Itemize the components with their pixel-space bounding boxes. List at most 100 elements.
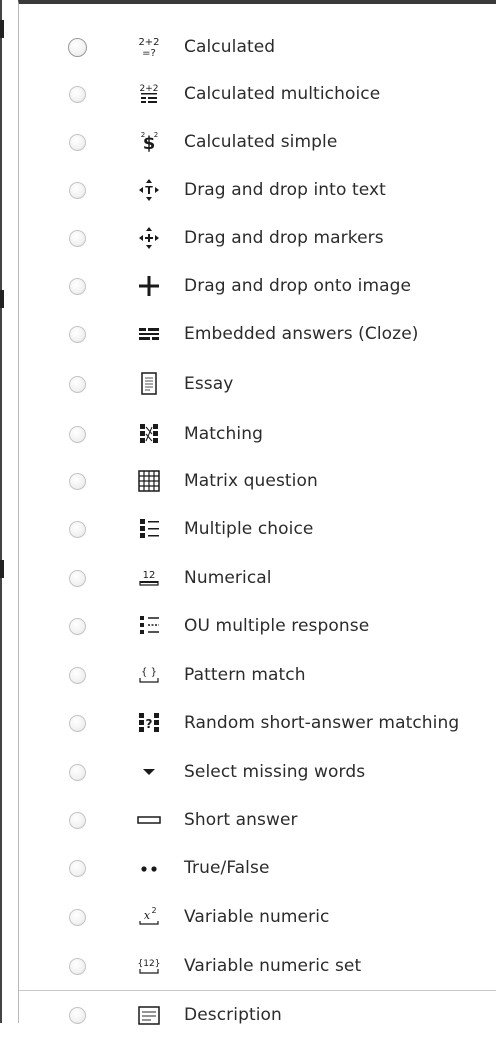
option-label: Drag and drop into text [184, 180, 386, 200]
option-label: Drag and drop onto image [184, 276, 412, 296]
window-edge [0, 0, 2, 1023]
option-label: Description [184, 1005, 282, 1025]
option-calculated-simple[interactable]: $ 2 2 Calculated simple [19, 119, 496, 165]
option-essay[interactable]: Essay [19, 361, 496, 407]
radio-button[interactable] [69, 375, 86, 393]
option-label: Numerical [184, 568, 272, 588]
option-calculated[interactable]: 2+2 =? Calculated [19, 24, 496, 70]
description-icon [135, 1002, 163, 1028]
option-label: Calculated multichoice [184, 84, 381, 104]
radio-button[interactable] [69, 1006, 86, 1024]
svg-text:2: 2 [151, 906, 156, 915]
option-drag-drop-image[interactable]: Drag and drop onto image [19, 263, 496, 309]
option-label: Select missing words [184, 762, 366, 782]
radio-button[interactable] [69, 811, 86, 829]
calculated-simple-icon: $ 2 2 [135, 129, 163, 155]
option-label: Short answer [184, 810, 298, 830]
cloze-icon [135, 321, 163, 347]
option-label: Variable numeric set [184, 956, 362, 976]
option-label: Multiple choice [184, 519, 314, 539]
option-description[interactable]: Description [19, 992, 496, 1038]
calculated-icon: 2+2 =? [135, 34, 163, 60]
option-random-short-answer[interactable]: ? Random short-answer matching [19, 700, 496, 746]
window-edge-mark [0, 290, 4, 308]
option-matching[interactable]: Matching [19, 411, 496, 457]
radio-button[interactable] [69, 85, 86, 103]
drag-drop-image-icon [135, 273, 163, 299]
question-type-chooser: 2+2 =? Calculated 2+2 Calculated multich… [0, 0, 496, 1025]
option-multiple-choice[interactable]: Multiple choice [19, 506, 496, 552]
matrix-icon [135, 468, 163, 494]
option-drag-drop-markers[interactable]: Drag and drop markers [19, 215, 496, 261]
essay-icon [135, 371, 163, 397]
numerical-icon: 12 [135, 565, 163, 591]
svg-text:T: T [145, 184, 153, 197]
option-calculated-multichoice[interactable]: 2+2 Calculated multichoice [19, 71, 496, 117]
option-label: Drag and drop markers [184, 228, 384, 248]
option-pattern-match[interactable]: { } Pattern match [19, 652, 496, 698]
section-divider [19, 990, 496, 991]
radio-button[interactable] [68, 37, 87, 57]
svg-text:{12}: {12} [138, 959, 161, 969]
radio-button[interactable] [69, 472, 86, 490]
radio-button[interactable] [69, 666, 86, 684]
calculated-multichoice-icon: 2+2 [135, 81, 163, 107]
variable-numeric-icon: x 2 [135, 904, 163, 930]
option-label: True/False [184, 858, 270, 878]
option-label: OU multiple response [184, 616, 370, 636]
svg-text:2: 2 [154, 131, 158, 139]
select-missing-words-icon [135, 759, 163, 785]
question-type-list: 2+2 =? Calculated 2+2 Calculated multich… [18, 0, 496, 1025]
option-label: Calculated simple [184, 132, 338, 152]
pattern-match-icon: { } [135, 662, 163, 688]
radio-button[interactable] [69, 133, 86, 151]
ou-multiple-response-icon [135, 613, 163, 639]
option-label: Pattern match [184, 665, 306, 685]
option-label: Essay [184, 374, 234, 394]
radio-button[interactable] [69, 569, 86, 587]
multiple-choice-icon [135, 516, 163, 542]
radio-button[interactable] [69, 908, 86, 926]
window-edge-mark [0, 20, 4, 38]
svg-text:2: 2 [141, 131, 145, 139]
svg-text:2+2: 2+2 [138, 37, 159, 48]
option-label: Calculated [184, 37, 276, 57]
short-answer-icon [135, 807, 163, 833]
option-label: Variable numeric [184, 907, 330, 927]
option-short-answer[interactable]: Short answer [19, 797, 496, 843]
svg-text:{ }: { } [141, 667, 157, 678]
random-short-answer-icon: ? [135, 710, 163, 736]
svg-text:2+2: 2+2 [140, 84, 159, 94]
svg-text:x: x [144, 909, 151, 922]
option-select-missing-words[interactable]: Select missing words [19, 749, 496, 795]
radio-button[interactable] [69, 763, 86, 781]
radio-button[interactable] [69, 325, 86, 343]
option-label: Matching [184, 424, 263, 444]
option-drag-drop-text[interactable]: T Drag and drop into text [19, 167, 496, 213]
radio-button[interactable] [69, 859, 86, 877]
svg-text:=?: =? [142, 48, 156, 59]
radio-button[interactable] [69, 425, 86, 443]
option-label: Embedded answers (Cloze) [184, 324, 419, 344]
option-variable-numeric[interactable]: x 2 Variable numeric [19, 894, 496, 940]
matching-icon [135, 421, 163, 447]
radio-button[interactable] [69, 714, 86, 732]
drag-drop-markers-icon [135, 225, 163, 251]
radio-button[interactable] [69, 229, 86, 247]
option-cloze[interactable]: Embedded answers (Cloze) [19, 311, 496, 357]
radio-button[interactable] [69, 181, 86, 199]
option-numerical[interactable]: 12 Numerical [19, 555, 496, 601]
radio-button[interactable] [69, 277, 86, 295]
window-edge-mark [0, 560, 4, 578]
svg-text:12: 12 [143, 570, 156, 581]
option-ou-multiple-response[interactable]: OU multiple response [19, 603, 496, 649]
radio-button[interactable] [69, 520, 86, 538]
option-matrix[interactable]: Matrix question [19, 458, 496, 504]
radio-button[interactable] [69, 957, 86, 975]
option-variable-numeric-set[interactable]: {12} Variable numeric set [19, 943, 496, 989]
radio-button[interactable] [69, 617, 86, 635]
drag-drop-text-icon: T [135, 177, 163, 203]
option-true-false[interactable]: True/False [19, 845, 496, 891]
option-label: Random short-answer matching [184, 713, 460, 733]
option-label: Matrix question [184, 471, 318, 491]
